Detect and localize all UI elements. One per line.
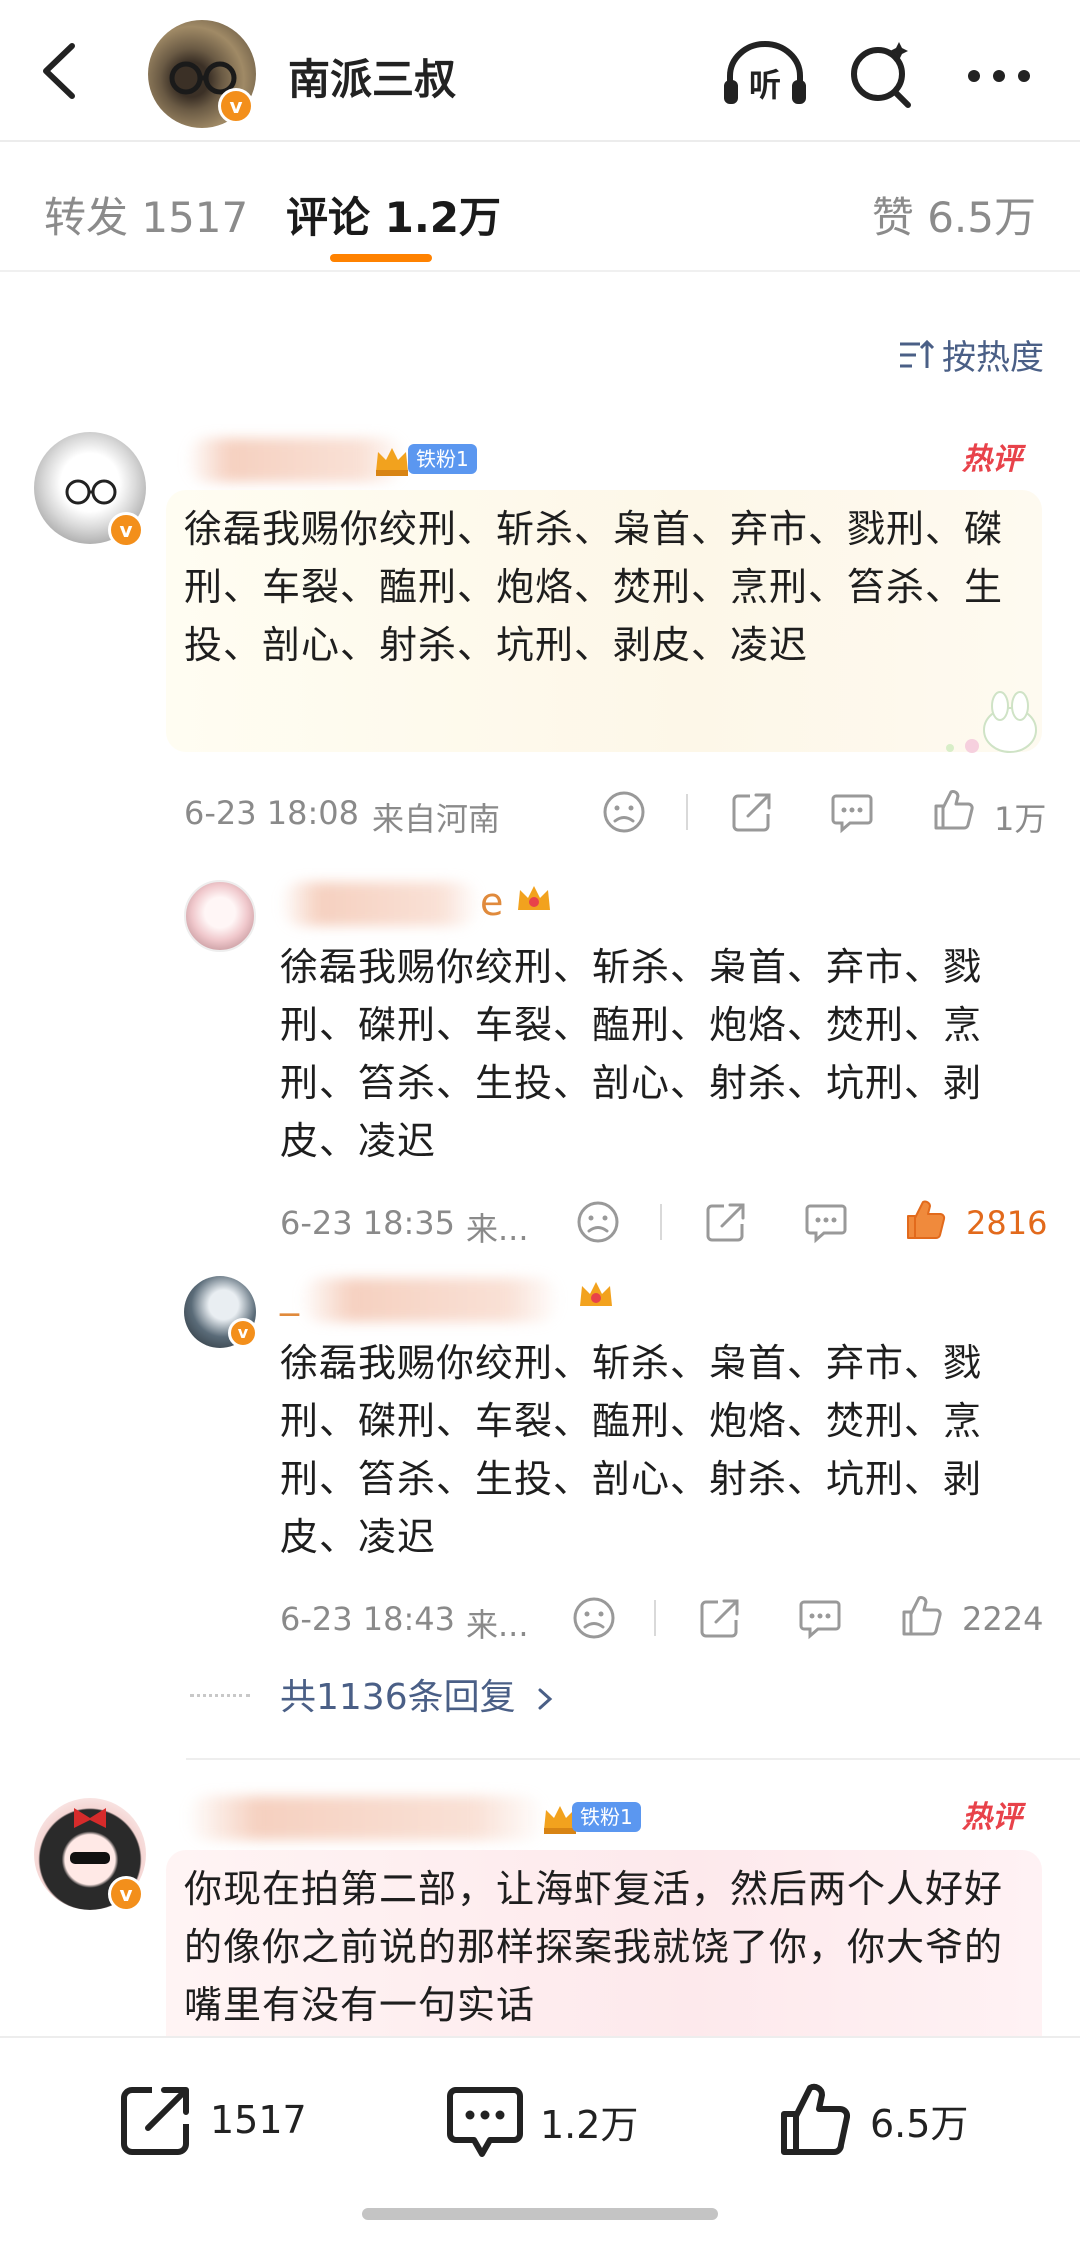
verified-badge-icon: v bbox=[218, 88, 254, 124]
reply-name-redacted[interactable] bbox=[300, 1278, 560, 1322]
like-button[interactable]: 6.5万 bbox=[778, 2082, 968, 2158]
top-bar: v 南派三叔 听 bbox=[0, 0, 1080, 142]
more-icon[interactable] bbox=[964, 40, 1034, 110]
comment-text: 你现在拍第二部，让海虾复活，然后两个人好好的像你之前说的那样探案我就饶了你，你大… bbox=[184, 1867, 1004, 2027]
crown-icon bbox=[376, 448, 408, 476]
fan-level-badge: 铁粉1 bbox=[408, 444, 477, 474]
tab-likes[interactable]: 赞 6.5万 bbox=[872, 184, 1036, 245]
bunny-sticker-icon bbox=[946, 691, 1037, 753]
sort-toggle[interactable]: 按热度 bbox=[898, 330, 1044, 379]
comment-button[interactable]: 1.2万 bbox=[446, 2082, 638, 2160]
tab-comments[interactable]: 评论 1.2万 bbox=[286, 184, 501, 245]
comment-text: 徐磊我赐你绞刑、斩杀、枭首、弃市、戮刑、磔刑、车裂、醢刑、炮烙、焚刑、烹刑、笞杀… bbox=[184, 507, 1004, 667]
reply-name-suffix[interactable]: e bbox=[480, 880, 503, 924]
sort-label: 按热度 bbox=[942, 338, 1044, 378]
crown-icon bbox=[518, 886, 550, 910]
listen-label: 听 bbox=[749, 66, 781, 104]
reply-time: 6-23 18:35 bbox=[280, 1204, 456, 1242]
thumbs-up-icon bbox=[781, 2083, 851, 2155]
repost-count: 1517 bbox=[210, 2098, 307, 2142]
crown-icon bbox=[580, 1282, 612, 1306]
comment-icon bbox=[447, 2087, 523, 2157]
fan-level-badge: 铁粉1 bbox=[572, 1802, 641, 1832]
more-replies-label: 共1136条回复 bbox=[280, 1677, 516, 1718]
sort-icon bbox=[900, 339, 934, 368]
reply-icon[interactable] bbox=[804, 1200, 848, 1244]
repost-button[interactable]: 1517 bbox=[118, 2082, 307, 2158]
like-count: 2816 bbox=[966, 1204, 1048, 1242]
sad-face-icon[interactable] bbox=[602, 790, 646, 834]
like-count: 2224 bbox=[962, 1600, 1044, 1638]
comment-count: 1.2万 bbox=[540, 2102, 639, 2147]
comment-location: 来自河南 bbox=[372, 800, 501, 838]
share-icon bbox=[121, 2087, 189, 2155]
verified-badge-icon: v bbox=[108, 1876, 144, 1912]
divider bbox=[686, 794, 688, 830]
sad-face-icon[interactable] bbox=[572, 1596, 616, 1640]
reply-text: 徐磊我赐你绞刑、斩杀、枭首、弃市、戮刑、磔刑、车裂、醢刑、炮烙、焚刑、烹刑、笞杀… bbox=[280, 1341, 983, 1559]
reply-text: 徐磊我赐你绞刑、斩杀、枭首、弃市、戮刑、磔刑、车裂、醢刑、炮烙、焚刑、烹刑、笞杀… bbox=[280, 945, 983, 1163]
like-count: 1万 bbox=[994, 800, 1047, 838]
share-icon[interactable] bbox=[704, 1200, 748, 1244]
sad-face-icon[interactable] bbox=[576, 1200, 620, 1244]
comment-time: 6-23 18:08 bbox=[184, 794, 360, 832]
reply-location: 来... bbox=[466, 1606, 529, 1644]
reply-name-prefix[interactable]: _ bbox=[280, 1272, 299, 1316]
dotted-line bbox=[190, 1694, 250, 1697]
verified-badge-icon: v bbox=[108, 512, 144, 548]
home-indicator bbox=[362, 2208, 718, 2220]
comment-divider bbox=[186, 1758, 1080, 1760]
thumbs-up-icon[interactable] bbox=[932, 788, 976, 832]
like-count: 6.5万 bbox=[870, 2101, 969, 2146]
reply-location: 来... bbox=[466, 1210, 529, 1248]
chevron-right-icon bbox=[538, 1688, 553, 1710]
search-icon[interactable] bbox=[848, 40, 914, 110]
thumbs-up-liked-icon[interactable] bbox=[904, 1198, 948, 1242]
reply-time: 6-23 18:43 bbox=[280, 1600, 456, 1638]
listen-button[interactable]: 听 bbox=[720, 40, 810, 110]
verified-badge-icon: v bbox=[228, 1318, 258, 1348]
hot-comment-badge: 热评 bbox=[962, 442, 1022, 477]
divider bbox=[660, 1204, 662, 1240]
commenter-name-redacted[interactable] bbox=[186, 1796, 546, 1840]
reply-name-redacted[interactable] bbox=[280, 882, 480, 926]
share-icon[interactable] bbox=[730, 790, 774, 834]
reply-icon[interactable] bbox=[830, 790, 874, 834]
hot-comment-badge: 热评 bbox=[962, 1800, 1022, 1835]
thumbs-up-icon[interactable] bbox=[900, 1594, 944, 1638]
share-icon[interactable] bbox=[698, 1596, 742, 1640]
blogger-name[interactable]: 南派三叔 bbox=[288, 46, 456, 107]
divider bbox=[654, 1600, 656, 1636]
reply-icon[interactable] bbox=[798, 1596, 842, 1640]
tab-reposts[interactable]: 转发 1517 bbox=[44, 184, 248, 245]
tab-bar: 转发 1517 评论 1.2万 赞 6.5万 bbox=[0, 144, 1080, 272]
headphones-icon: 听 bbox=[724, 41, 806, 104]
reply-avatar[interactable] bbox=[184, 880, 256, 952]
more-replies-link[interactable]: 共1136条回复 bbox=[280, 1668, 557, 1720]
active-tab-indicator bbox=[330, 254, 432, 262]
chevron-left-icon[interactable] bbox=[34, 40, 84, 102]
